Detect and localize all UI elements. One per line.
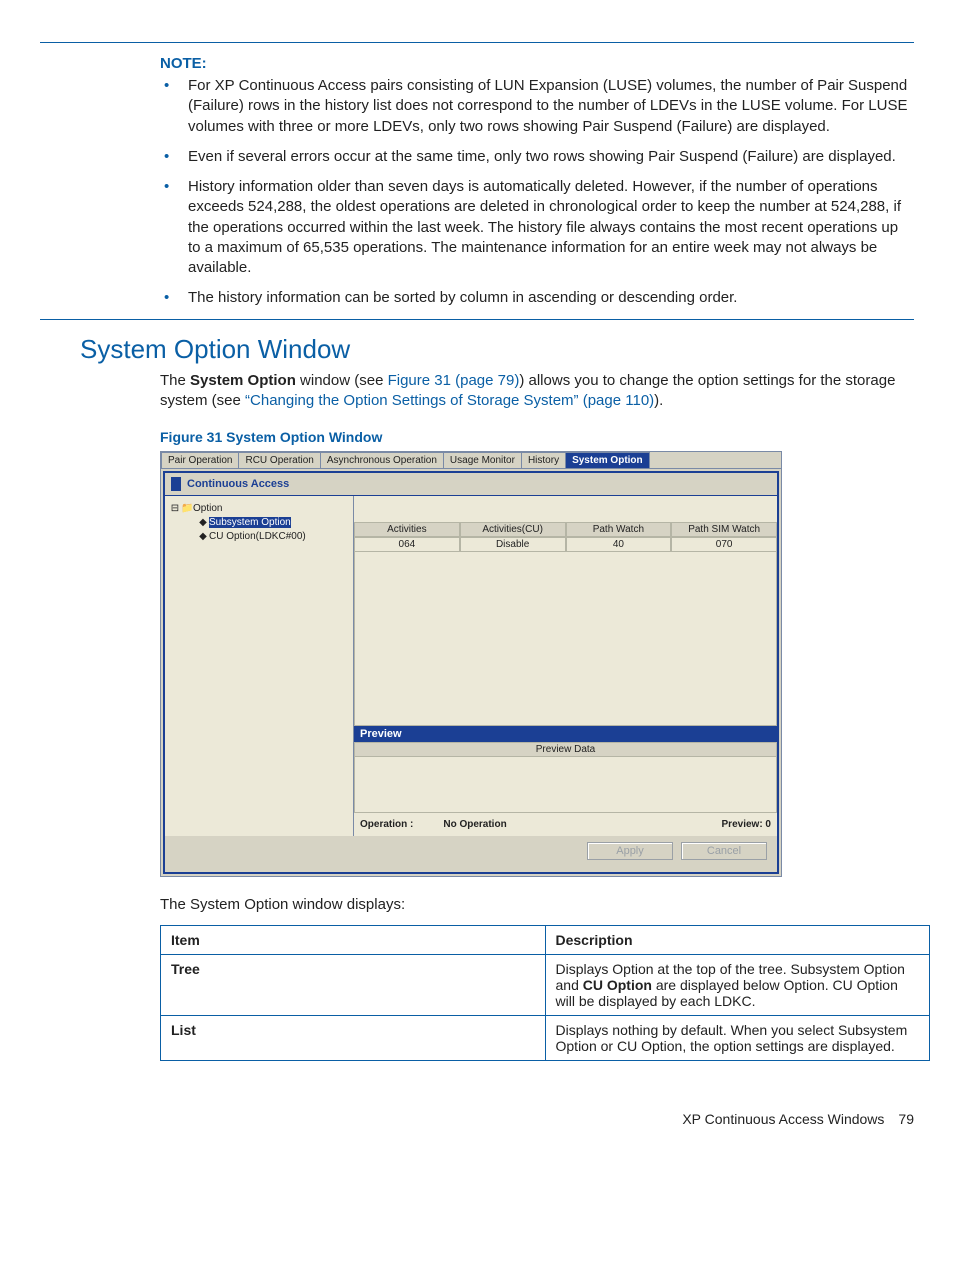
table-row: List Displays nothing by default. When y…: [161, 1016, 930, 1061]
text: window (see: [296, 372, 388, 389]
td-desc: Displays nothing by default. When you se…: [545, 1016, 930, 1061]
app-inner: Continuous Access ⊟📁Option ◆Subsystem Op…: [163, 471, 779, 874]
td-item: List: [161, 1016, 546, 1061]
text: Displays nothing by default. When you se…: [556, 1022, 908, 1054]
col-path-sim-watch[interactable]: Path SIM Watch: [671, 522, 777, 537]
apply-button[interactable]: Apply: [587, 842, 673, 860]
td-desc: Displays Option at the top of the tree. …: [545, 955, 930, 1016]
tree-child-subsystem[interactable]: ◆Subsystem Option: [169, 516, 349, 530]
list-data-row[interactable]: 064 Disable 40 070: [354, 537, 777, 552]
operation-label: Operation :: [360, 819, 413, 830]
tree-selected-label: Subsystem Option: [209, 517, 291, 528]
text-bold: System Option: [190, 372, 296, 389]
note-bullet: Even if several errors occur at the same…: [160, 147, 914, 167]
workarea: ⊟📁Option ◆Subsystem Option ◆CU Option(LD…: [165, 496, 777, 836]
note-block: NOTE: For XP Continuous Access pairs con…: [160, 55, 914, 309]
preview-count: Preview: 0: [722, 819, 771, 830]
note-bullet: For XP Continuous Access pairs consistin…: [160, 76, 914, 137]
status-row: Operation : No Operation Preview: 0: [354, 813, 777, 836]
button-bar: Apply Cancel: [165, 836, 777, 872]
list-table: Activities Activities(CU) Path Watch Pat…: [354, 522, 777, 552]
page: NOTE: For XP Continuous Access pairs con…: [0, 0, 954, 1081]
description-table: Item Description Tree Displays Option at…: [160, 925, 930, 1061]
link-figure[interactable]: Figure 31 (page 79): [388, 372, 520, 389]
folder-icon: 📁: [181, 502, 193, 516]
tree-root-label: Option: [193, 503, 222, 514]
link-xref[interactable]: “Changing the Option Settings of Storage…: [245, 392, 654, 409]
cancel-button[interactable]: Cancel: [681, 842, 767, 860]
col-path-watch[interactable]: Path Watch: [566, 522, 672, 537]
figure-caption: Figure 31 System Option Window: [160, 429, 914, 445]
footer-title: XP Continuous Access Windows: [682, 1111, 884, 1127]
tab-bar: Pair Operation RCU Operation Asynchronou…: [161, 452, 781, 469]
tab-history[interactable]: History: [521, 452, 566, 468]
preview-data-header: Preview Data: [354, 742, 777, 757]
page-footer: XP Continuous Access Windows 79: [0, 1081, 954, 1137]
footer-page: 79: [898, 1111, 914, 1127]
list-header-row: Activities Activities(CU) Path Watch Pat…: [354, 522, 777, 537]
list-filler: [354, 552, 777, 726]
text-bold: CU Option: [583, 977, 652, 993]
text: The: [160, 372, 190, 389]
option-icon: ◆: [197, 530, 209, 544]
tab-rcu-operation[interactable]: RCU Operation: [238, 452, 320, 468]
collapse-icon[interactable]: ⊟: [169, 502, 181, 516]
list-pane: Activities Activities(CU) Path Watch Pat…: [354, 496, 777, 836]
th-description: Description: [545, 926, 930, 955]
system-option-window: Pair Operation RCU Operation Asynchronou…: [160, 451, 782, 877]
tab-pair-operation[interactable]: Pair Operation: [161, 452, 239, 468]
after-figure-text: The System Option window displays:: [160, 895, 914, 915]
panel-header: Continuous Access: [165, 473, 777, 496]
note-end-rule: [40, 319, 914, 320]
preview-body: [354, 757, 777, 813]
note-bullet: History information older than seven day…: [160, 177, 914, 278]
tab-async-operation[interactable]: Asynchronous Operation: [320, 452, 444, 468]
note-label: NOTE:: [160, 55, 914, 72]
tree-child-cuoption[interactable]: ◆CU Option(LDKC#00): [169, 530, 349, 544]
panel-title: Continuous Access: [187, 478, 289, 490]
tree-root[interactable]: ⊟📁Option: [169, 502, 349, 516]
col-activities[interactable]: Activities: [354, 522, 460, 537]
table-header-row: Item Description: [161, 926, 930, 955]
section-paragraph: The System Option window (see Figure 31 …: [160, 371, 914, 412]
table-row: Tree Displays Option at the top of the t…: [161, 955, 930, 1016]
header-marker-icon: [171, 477, 181, 491]
td-item: Tree: [161, 955, 546, 1016]
cell-activities: 064: [354, 537, 460, 552]
note-bullets: For XP Continuous Access pairs consistin…: [160, 76, 914, 309]
cell-activities-cu: Disable: [460, 537, 566, 552]
tree-pane: ⊟📁Option ◆Subsystem Option ◆CU Option(LD…: [165, 496, 354, 836]
cell-path-sim-watch: 070: [671, 537, 777, 552]
section-heading: System Option Window: [80, 334, 914, 365]
preview-header: Preview: [354, 726, 777, 742]
text: ).: [654, 392, 663, 409]
note-bullet: The history information can be sorted by…: [160, 288, 914, 308]
col-activities-cu[interactable]: Activities(CU): [460, 522, 566, 537]
option-icon: ◆: [197, 516, 209, 530]
operation-value: No Operation: [443, 819, 506, 830]
tab-system-option[interactable]: System Option: [565, 452, 650, 468]
top-rule: [40, 42, 914, 43]
th-item: Item: [161, 926, 546, 955]
tab-usage-monitor[interactable]: Usage Monitor: [443, 452, 522, 468]
cell-path-watch: 40: [566, 537, 672, 552]
tree-child-label: CU Option(LDKC#00): [209, 531, 306, 542]
